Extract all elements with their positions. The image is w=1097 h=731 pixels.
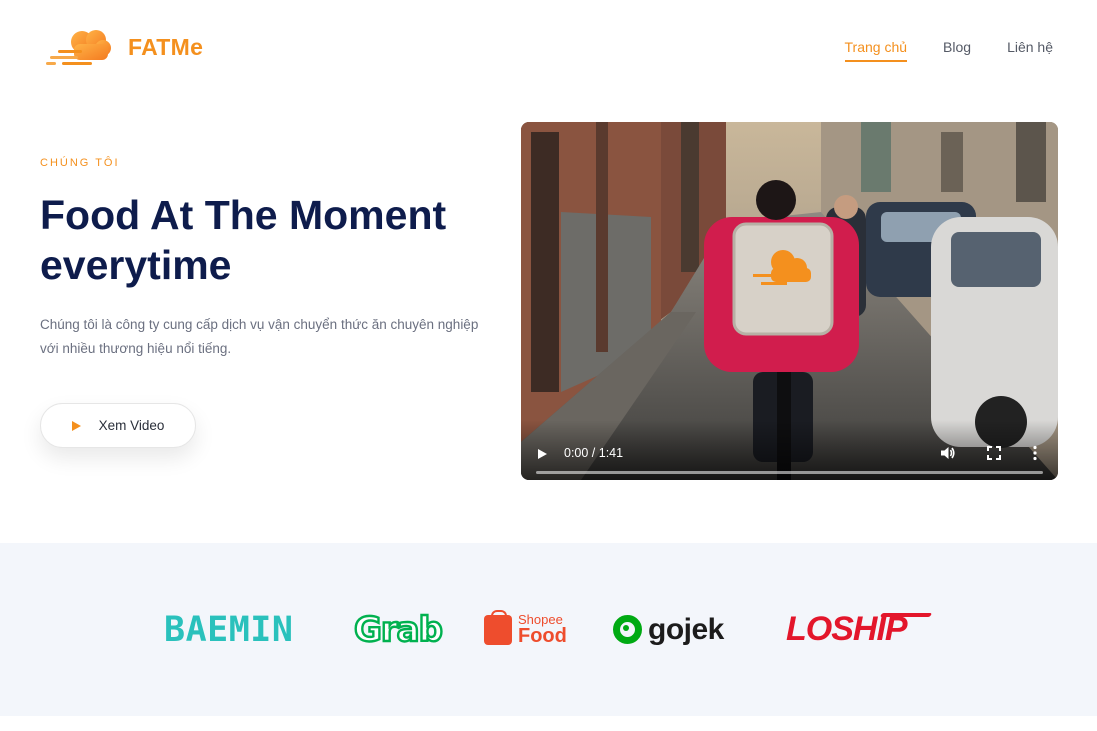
loship-swoosh-icon [879, 613, 933, 617]
gojek-word: gojek [648, 612, 724, 646]
gojek-ring-icon [613, 615, 642, 644]
video-player[interactable]: 0:00 / 1:41 [521, 122, 1058, 480]
partner-logo-grab: Grab [353, 608, 444, 650]
logo-text: FATMe [128, 33, 204, 60]
logo[interactable]: FATMe [44, 24, 203, 70]
hero-eyebrow: CHÚNG TÔI [40, 157, 120, 169]
partner-logo-baemin: BAEMIN [164, 609, 294, 650]
fullscreen-icon[interactable] [987, 446, 1001, 460]
main-nav: Trang chủ Blog Liên hệ [844, 39, 1053, 62]
hero-title: Food At The Moment everytime [40, 190, 510, 290]
play-icon[interactable] [538, 449, 547, 459]
video-time: 0:00 / 1:41 [564, 446, 624, 460]
partner-logo-loship: LOSHIP [786, 543, 933, 716]
play-icon [71, 420, 81, 431]
nav-item-blog[interactable]: Blog [943, 39, 971, 62]
hero-description: Chúng tôi là công ty cung cấp dịch vụ vậ… [40, 317, 479, 356]
shopee-bag-icon [484, 609, 512, 645]
hero-title-line1: Food At The Moment [40, 192, 447, 238]
video-controls: 0:00 / 1:41 [521, 420, 1058, 480]
partner-logo-shopeefood: Shopee Food [484, 543, 567, 716]
partner-logo-gojek: gojek [613, 543, 724, 716]
food-word: Food [518, 625, 567, 647]
nav-item-home[interactable]: Trang chủ [844, 39, 908, 62]
logo-cloud-icon [46, 30, 111, 65]
nav-item-contact[interactable]: Liên hệ [1007, 39, 1053, 62]
partners-strip: BAEMIN Grab Shopee Food gojek LOSHIP [0, 543, 1097, 716]
volume-icon[interactable] [940, 445, 956, 461]
watch-video-button[interactable]: Xem Video [40, 403, 196, 448]
watch-video-label: Xem Video [98, 418, 165, 433]
video-progress-bar[interactable] [536, 471, 1043, 474]
site-header: FATMe Trang chủ Blog Liên hệ [0, 0, 1097, 96]
hero-title-line2: everytime [40, 242, 232, 288]
more-options-icon[interactable] [1033, 445, 1037, 461]
